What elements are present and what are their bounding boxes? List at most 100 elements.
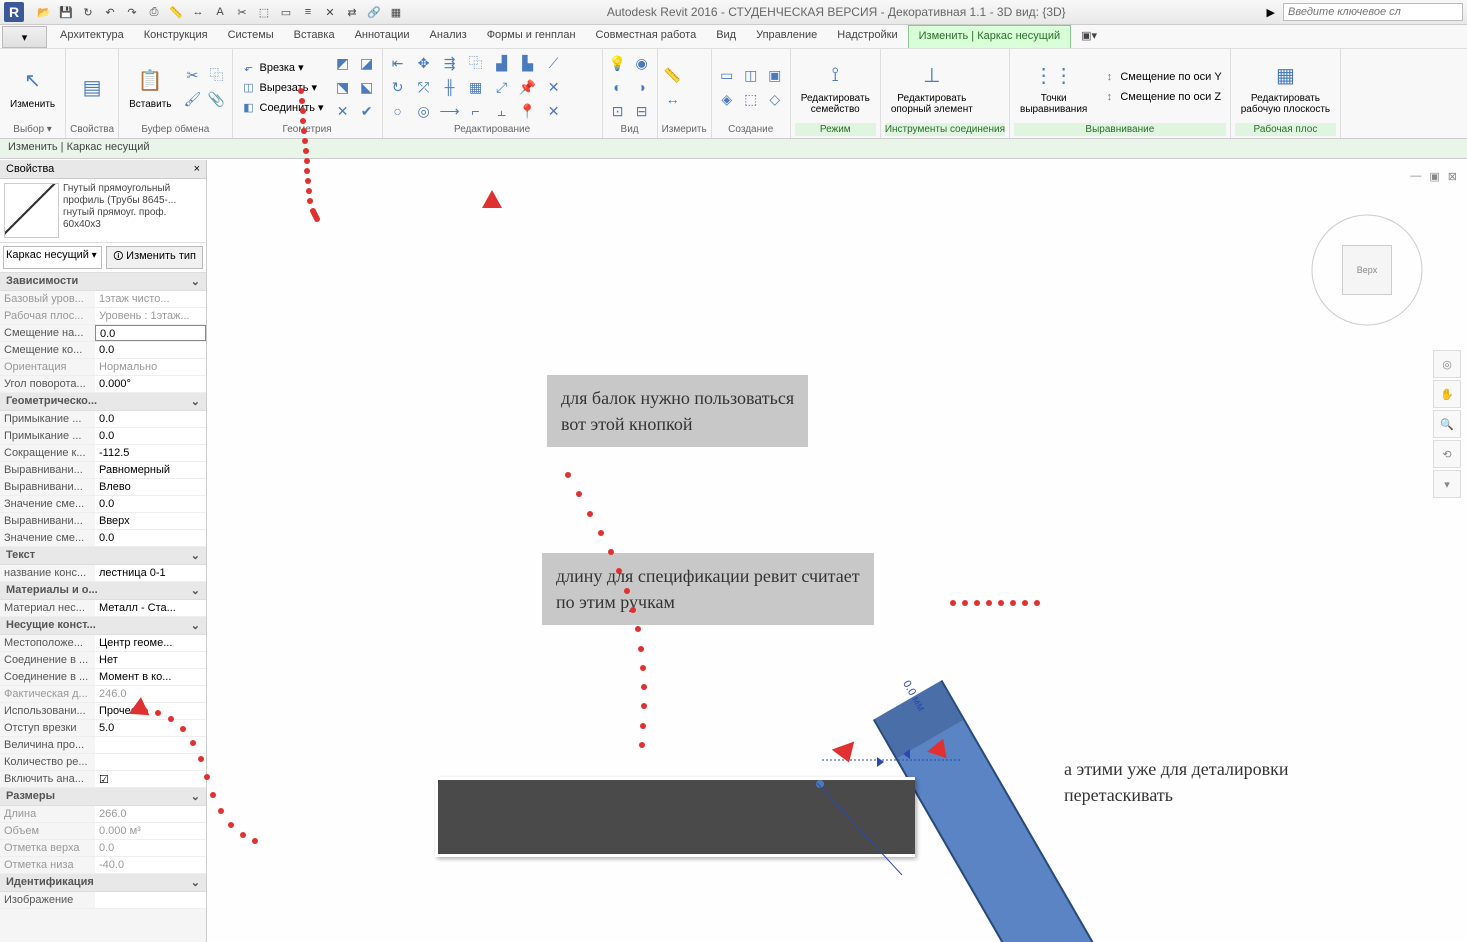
prop-value[interactable]: Металл - Ста... bbox=[95, 600, 206, 616]
prop-group-deps[interactable]: Зависимости⌄ bbox=[0, 273, 206, 291]
delete-icon[interactable]: ✕ bbox=[543, 76, 565, 98]
prop-value[interactable]: 0.0 bbox=[95, 411, 206, 427]
match-icon[interactable]: 🖌 bbox=[182, 88, 204, 110]
close-palette-icon[interactable]: × bbox=[194, 163, 200, 175]
qat-save-icon[interactable]: 💾 bbox=[56, 2, 76, 22]
geom-tool-1-icon[interactable]: ◩ bbox=[332, 52, 354, 74]
tool21-icon[interactable]: ✕ bbox=[543, 100, 565, 122]
prop-value[interactable] bbox=[95, 737, 206, 753]
create-5-icon[interactable]: ⬚ bbox=[740, 88, 762, 110]
prop-value[interactable]: Вверх bbox=[95, 513, 206, 529]
qat-print-icon[interactable]: ⎙ bbox=[144, 2, 164, 22]
view-tool-4-icon[interactable]: ◑ bbox=[631, 76, 653, 98]
nav-more-icon[interactable]: ▾ bbox=[1433, 470, 1461, 498]
qat-text-icon[interactable]: A bbox=[210, 2, 230, 22]
geom-tool-4-icon[interactable]: ⬕ bbox=[356, 76, 378, 98]
prop-value[interactable]: 0.000° bbox=[95, 376, 206, 392]
prop-group-mat[interactable]: Материалы и о...⌄ bbox=[0, 582, 206, 600]
tab-addins[interactable]: Надстройки bbox=[827, 25, 907, 48]
nav-orbit-icon[interactable]: ⟲ bbox=[1433, 440, 1461, 468]
edit-ref-button[interactable]: ⊥ Редактировать опорный элемент bbox=[885, 57, 979, 117]
unpin-icon[interactable]: 📍 bbox=[517, 100, 539, 122]
qat-switch-icon[interactable]: ⇄ bbox=[342, 2, 362, 22]
circle-icon[interactable]: ○ bbox=[387, 100, 409, 122]
qat-measure-icon[interactable]: 📏 bbox=[166, 2, 186, 22]
category-dropdown[interactable]: Каркас несущий ▾ bbox=[3, 246, 102, 269]
prop-value[interactable]: Равномерный bbox=[95, 462, 206, 478]
prop-group-geom[interactable]: Геометрическо...⌄ bbox=[0, 393, 206, 411]
prop-value[interactable]: Влево bbox=[95, 479, 206, 495]
tab-structure[interactable]: Конструкция bbox=[134, 25, 218, 48]
infocenter-icon[interactable]: ▶ bbox=[1267, 6, 1275, 19]
prop-value[interactable]: Центр геоме... bbox=[95, 635, 206, 651]
prop-value[interactable]: -112.5 bbox=[95, 445, 206, 461]
offset-z-button[interactable]: ↕Смещение по оси Z bbox=[1097, 88, 1225, 106]
prop-value[interactable]: ☑ bbox=[95, 771, 206, 787]
prop-value[interactable]: Прочее bbox=[95, 703, 206, 719]
drawing-canvas[interactable]: — ▣ ⊠ Верх ◎ ✋ 🔍 ⟲ ▾ 0.0 мм 0.0 мм для б… bbox=[207, 160, 1467, 942]
prop-value[interactable]: 0.0 bbox=[95, 530, 206, 546]
trim-icon[interactable]: ⟋ bbox=[543, 52, 565, 74]
view-tool-2-icon[interactable]: ◉ bbox=[631, 52, 653, 74]
create-1-icon[interactable]: ▭ bbox=[716, 64, 738, 86]
app-menu-button[interactable]: ▾ bbox=[2, 26, 47, 48]
edit-workplane-button[interactable]: ▦ Редактировать рабочую плоскость bbox=[1235, 57, 1336, 117]
tab-systems[interactable]: Системы bbox=[218, 25, 284, 48]
cope-button[interactable]: ⬐Врезка ▾ bbox=[237, 58, 328, 76]
restore-view-icon[interactable]: ▣ bbox=[1429, 170, 1439, 183]
tab-architecture[interactable]: Архитектура bbox=[50, 25, 134, 48]
close-view-icon[interactable]: ⊠ bbox=[1448, 170, 1457, 183]
tab-massing[interactable]: Формы и генплан bbox=[477, 25, 586, 48]
split2-icon[interactable]: ⫠ bbox=[491, 100, 513, 122]
join-button[interactable]: ◧Соединить ▾ bbox=[237, 98, 328, 116]
prop-value[interactable]: 0.0 bbox=[95, 342, 206, 358]
min-view-icon[interactable]: — bbox=[1410, 170, 1421, 183]
type-selector[interactable]: Гнутый прямоугольный профиль (Трубы 8645… bbox=[0, 179, 206, 243]
nav-zoom-icon[interactable]: 🔍 bbox=[1433, 410, 1461, 438]
corner-icon[interactable]: ⌐ bbox=[465, 100, 487, 122]
tab-modify-contextual[interactable]: Изменить | Каркас несущий bbox=[908, 25, 1072, 48]
mirror2-icon[interactable]: ▙ bbox=[517, 52, 539, 74]
prop-value[interactable]: 0.0 bbox=[95, 428, 206, 444]
prop-value[interactable]: 0.0 bbox=[95, 496, 206, 512]
tab-analyze[interactable]: Анализ bbox=[420, 25, 477, 48]
prop-value[interactable] bbox=[95, 892, 206, 908]
qat-link-icon[interactable]: 🔗 bbox=[364, 2, 384, 22]
nav-pan-icon[interactable]: ✋ bbox=[1433, 380, 1461, 408]
clip-icon[interactable]: 📎 bbox=[206, 88, 228, 110]
tab-extra-icon[interactable]: ▣▾ bbox=[1071, 25, 1107, 48]
qat-thin-icon[interactable]: ≡ bbox=[298, 2, 318, 22]
paste-button[interactable]: 📋 Вставить bbox=[123, 63, 177, 112]
modify-button[interactable]: ↖ Изменить bbox=[4, 63, 61, 112]
prop-value[interactable]: Нет bbox=[95, 652, 206, 668]
geom-tool-3-icon[interactable]: ⬔ bbox=[332, 76, 354, 98]
copy2-icon[interactable]: ⿻ bbox=[465, 52, 487, 74]
qat-3d-icon[interactable]: ⬚ bbox=[254, 2, 274, 22]
search-input[interactable] bbox=[1283, 3, 1463, 21]
copy-icon[interactable]: ⿻ bbox=[206, 64, 228, 86]
mirror-icon[interactable]: ▟ bbox=[491, 52, 513, 74]
prop-group-ident[interactable]: Идентификация⌄ bbox=[0, 874, 206, 892]
qat-section-icon[interactable]: ✂ bbox=[232, 2, 252, 22]
qat-redo-icon[interactable]: ↷ bbox=[122, 2, 142, 22]
tab-view[interactable]: Вид bbox=[706, 25, 746, 48]
array-icon[interactable]: ▦ bbox=[465, 76, 487, 98]
align-points-button[interactable]: ⋮⋮ Точки выравнивания bbox=[1014, 57, 1093, 117]
geom-tool-6-icon[interactable]: ✔ bbox=[356, 100, 378, 122]
create-2-icon[interactable]: ◫ bbox=[740, 64, 762, 86]
prop-group-struct[interactable]: Несущие конст...⌄ bbox=[0, 617, 206, 635]
view-tool-1-icon[interactable]: 💡 bbox=[607, 52, 629, 74]
dim2-icon[interactable]: ↔ bbox=[662, 88, 684, 110]
prop-value[interactable]: Момент в ко... bbox=[95, 669, 206, 685]
tab-insert[interactable]: Вставка bbox=[284, 25, 345, 48]
view-tool-3-icon[interactable]: ◐ bbox=[607, 76, 629, 98]
qat-window-icon[interactable]: ▦ bbox=[386, 2, 406, 22]
view-tool-6-icon[interactable]: ⊟ bbox=[631, 100, 653, 122]
viewcube[interactable]: Верх bbox=[1342, 245, 1392, 295]
prop-value[interactable]: лестница 0-1 bbox=[95, 565, 206, 581]
prop-value[interactable]: 0.0 bbox=[95, 325, 206, 341]
create-4-icon[interactable]: ◈ bbox=[716, 88, 738, 110]
edit-family-button[interactable]: ⟟ Редактировать семейство bbox=[795, 57, 876, 117]
offset-icon[interactable]: ⇶ bbox=[439, 52, 461, 74]
tab-collaborate[interactable]: Совместная работа bbox=[586, 25, 707, 48]
